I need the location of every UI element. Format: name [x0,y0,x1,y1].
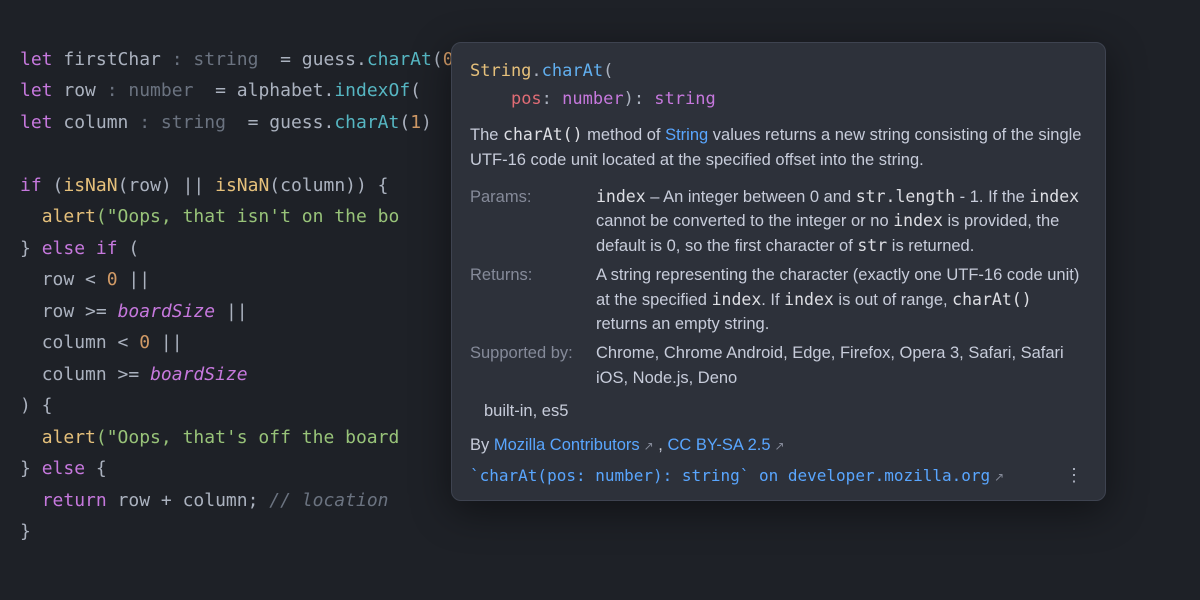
doc-description: The charAt() method of String values ret… [452,123,1105,183]
supported-value: Chrome, Chrome Android, Edge, Firefox, O… [596,341,1087,391]
type-annot: : string [128,112,236,133]
license-link[interactable]: CC BY-SA 2.5↗ [667,436,784,454]
mdn-doc-link[interactable]: `charAt(pos: number): string` on develop… [470,464,1004,488]
var-column: column [63,112,128,133]
call-isNaN: isNaN [63,175,117,196]
sig-param-type: number [562,89,623,109]
returns-value: A string representing the character (exa… [596,263,1087,337]
params-row: Params: index – An integer between 0 and… [452,183,1105,261]
quick-doc-tooltip: String.charAt( pos: number): string The … [451,42,1106,501]
var-row: row [63,80,96,101]
obj-alphabet: alphabet [237,80,324,101]
signature-block: String.charAt( pos: number): string [452,43,1105,123]
type-link-string[interactable]: String [665,126,708,144]
mdn-doc-link-row: `charAt(pos: number): string` on develop… [452,460,1105,494]
params-value: index – An integer between 0 and str.len… [596,185,1087,259]
external-link-icon: ↗ [640,439,654,453]
sig-method: charAt [542,61,603,81]
supported-label: Supported by: [470,341,590,391]
supported-row: Supported by: Chrome, Chrome Android, Ed… [452,339,1105,393]
sig-param: pos [511,89,542,109]
returns-label: Returns: [470,263,590,337]
obj-guess: guess [269,112,323,133]
comment: // location [269,490,388,511]
call-isNaN: isNaN [215,175,269,196]
call-alert: alert [42,206,96,227]
returns-row: Returns: A string representing the chara… [452,261,1105,339]
string-literal: ("Oops, that's off the board [96,427,399,448]
type-annot: : string [161,49,269,70]
keyword-let: let [20,80,53,101]
doc-tags: built-in, es5 [452,393,1105,428]
keyword-let: let [20,112,53,133]
var-firstChar: firstChar [63,49,161,70]
params-label: Params: [470,185,590,259]
doc-byline: By Mozilla Contributors↗ , CC BY-SA 2.5↗ [452,427,1105,460]
external-link-icon: ↗ [771,439,785,453]
sig-return-type: string [654,89,715,109]
var-boardSize: boardSize [118,301,216,322]
call-alert: alert [42,427,96,448]
obj-guess: guess [302,49,356,70]
var-boardSize: boardSize [150,364,248,385]
sig-class: String [470,61,531,81]
call-indexOf: indexOf [334,80,410,101]
type-annot: : number [96,80,204,101]
call-charAt[interactable]: charAt [367,49,432,70]
keyword-return: return [42,490,107,511]
assign: = [269,49,302,70]
contributors-link[interactable]: Mozilla Contributors↗ [494,436,654,454]
keyword-let: let [20,49,53,70]
more-actions-icon[interactable]: ⋮ [1061,467,1087,485]
string-literal: ("Oops, that isn't on the bo [96,206,399,227]
keyword-elseif: else if [42,238,118,259]
external-link-icon: ↗ [990,470,1004,484]
call-charAt: charAt [334,112,399,133]
arg-1: 1 [410,112,421,133]
keyword-else: else [42,458,85,479]
keyword-if: if [20,175,42,196]
